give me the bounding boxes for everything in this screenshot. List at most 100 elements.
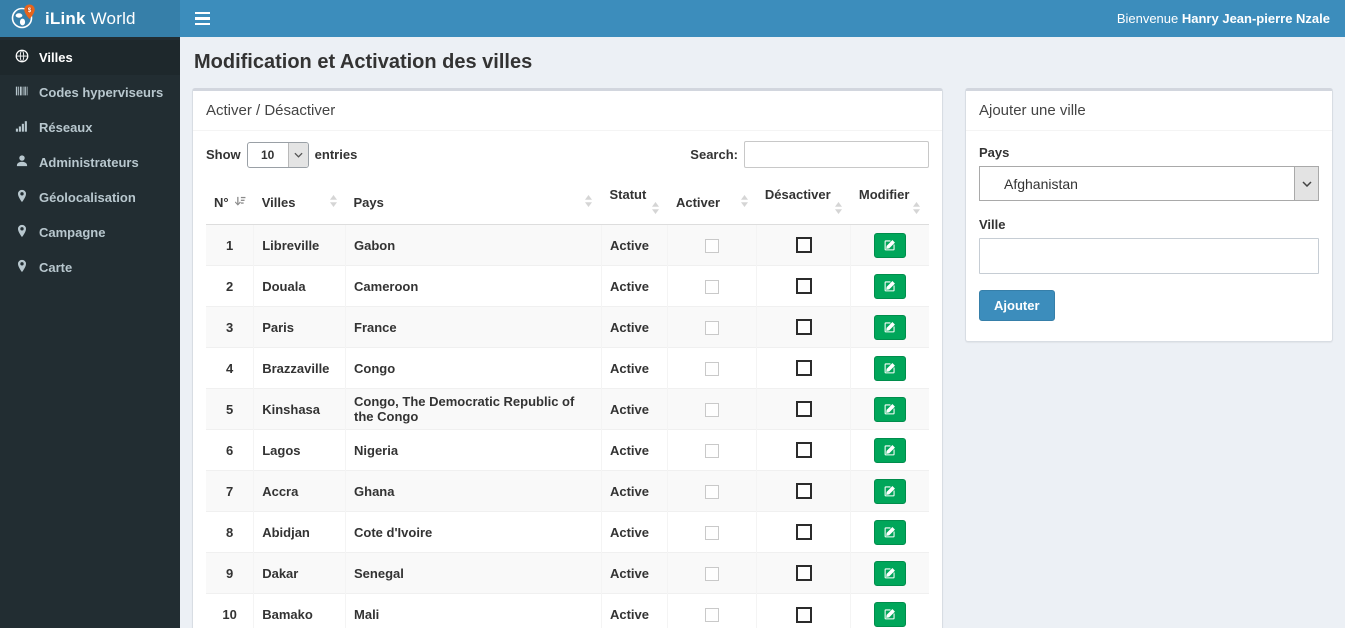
cell-pays: Nigeria [345, 429, 602, 471]
cell-pays: Ghana [345, 470, 602, 512]
panel-title: Ajouter une ville [966, 91, 1332, 131]
edit-button[interactable] [874, 478, 907, 504]
ville-label: Ville [979, 217, 1006, 232]
cell-ville: Bamako [253, 593, 347, 628]
cell-pays: Gabon [345, 224, 602, 266]
sidebar-item-codes-hyperviseurs[interactable]: Codes hyperviseurs [0, 75, 180, 110]
cell-num: 2 [206, 265, 255, 307]
table-row: 8 Abidjan Cote d'Ivoire Active [206, 511, 929, 553]
desactiver-checkbox[interactable] [795, 442, 812, 459]
cell-pays: France [345, 306, 602, 348]
sidebar-item-villes[interactable]: Villes [0, 40, 180, 75]
sidebar-item-campagne[interactable]: Campagne [0, 215, 180, 250]
column-header-villes[interactable]: Villes [253, 180, 346, 225]
search-input[interactable] [744, 141, 929, 168]
cell-statut: Active [601, 593, 669, 628]
map-marker-icon [15, 189, 29, 206]
cell-ville: Paris [253, 306, 347, 348]
cell-statut: Active [601, 306, 669, 348]
sidebar-item-carte[interactable]: Carte [0, 250, 180, 285]
desactiver-checkbox[interactable] [795, 565, 812, 582]
welcome-user[interactable]: Bienvenue Hanry Jean-pierre Nzale [1117, 11, 1330, 26]
desactiver-checkbox[interactable] [795, 524, 812, 541]
edit-button[interactable] [874, 437, 907, 463]
column-header-pays[interactable]: Pays [345, 180, 602, 225]
edit-button[interactable] [874, 560, 907, 586]
sort-icon [584, 194, 593, 210]
desactiver-checkbox[interactable] [795, 360, 812, 377]
map-marker-icon [15, 224, 29, 241]
map-marker-icon [15, 259, 29, 276]
cell-statut: Active [601, 552, 669, 594]
column-header-modifier[interactable]: Modifier [850, 180, 929, 225]
cell-statut: Active [601, 470, 669, 512]
column-header-statut[interactable]: Statut [601, 180, 668, 225]
sort-icon [740, 194, 749, 210]
sidebar-item-label: Géolocalisation [39, 190, 136, 205]
activate-deactivate-panel: Activer / Désactiver Show 10 entries Sea… [192, 88, 943, 628]
desactiver-checkbox[interactable] [795, 319, 812, 336]
table-row: 3 Paris France Active [206, 306, 929, 348]
edit-button[interactable] [874, 601, 907, 627]
page-length-select[interactable]: 10 [246, 141, 309, 168]
page-title: Modification et Activation des villes [194, 51, 533, 73]
sidebar-item-administrateurs[interactable]: Administrateurs [0, 145, 180, 180]
cell-ville: Accra [253, 470, 347, 512]
brand-logo[interactable]: $ iLink World [0, 0, 180, 37]
table-row: 4 Brazzaville Congo Active [206, 347, 929, 389]
edit-button[interactable] [874, 519, 907, 545]
sidebar-item-reseaux[interactable]: Réseaux [0, 110, 180, 145]
cell-statut: Active [601, 511, 669, 553]
villes-table: N° Villes Pays Statut Activer Désactiver… [206, 180, 929, 628]
add-city-panel: Ajouter une ville Pays Afghanistan Ville… [965, 88, 1333, 342]
cell-ville: Kinshasa [253, 388, 347, 430]
top-header: $ iLink World Bienvenue Hanry Jean-pierr… [0, 0, 1345, 37]
column-header-activer[interactable]: Activer [667, 180, 757, 225]
cell-num: 8 [206, 511, 255, 553]
activer-checkbox [705, 238, 720, 253]
sort-icon [912, 202, 921, 217]
desactiver-checkbox[interactable] [795, 606, 812, 623]
cell-statut: Active [601, 429, 669, 471]
show-label: Show [206, 147, 241, 162]
chevron-down-icon [1294, 167, 1318, 200]
edit-button[interactable] [874, 396, 907, 422]
activer-checkbox [705, 443, 720, 458]
activer-checkbox [705, 484, 720, 499]
sidebar-item-label: Codes hyperviseurs [39, 85, 164, 100]
edit-button[interactable] [874, 273, 907, 299]
desactiver-checkbox[interactable] [795, 278, 812, 295]
activer-checkbox [705, 566, 720, 581]
desactiver-checkbox[interactable] [795, 237, 812, 254]
edit-icon [884, 403, 896, 418]
cell-pays: Cote d'Ivoire [345, 511, 602, 553]
activer-checkbox [705, 279, 720, 294]
cell-pays: Senegal [345, 552, 602, 594]
pays-label: Pays [979, 145, 1010, 160]
edit-button[interactable] [874, 355, 907, 381]
edit-icon [884, 280, 896, 295]
desactiver-checkbox[interactable] [795, 401, 812, 418]
cell-pays: Congo [345, 347, 602, 389]
pays-selected-value: Afghanistan [1004, 175, 1078, 192]
edit-button[interactable] [874, 314, 907, 340]
navbar: Bienvenue Hanry Jean-pierre Nzale [180, 0, 1345, 37]
ajouter-button[interactable]: Ajouter [979, 290, 1055, 321]
sidebar-item-geolocalisation[interactable]: Géolocalisation [0, 180, 180, 215]
table-row: 5 Kinshasa Congo, The Democratic Republic … [206, 388, 929, 430]
column-header-desactiver[interactable]: Désactiver [756, 180, 851, 225]
desactiver-checkbox[interactable] [795, 483, 812, 500]
cell-num: 10 [206, 593, 255, 628]
cell-ville: Lagos [253, 429, 347, 471]
sidebar-toggle-icon[interactable] [195, 11, 215, 26]
edit-icon [884, 239, 896, 254]
pays-select[interactable]: Afghanistan [979, 166, 1319, 201]
table-row: 6 Lagos Nigeria Active [206, 429, 929, 471]
application-window: $ iLink World Bienvenue Hanry Jean-pierr… [0, 0, 1345, 628]
column-header-num[interactable]: N° [206, 180, 254, 225]
chevron-down-icon [287, 142, 308, 167]
ville-input[interactable] [979, 238, 1319, 274]
cell-statut: Active [601, 347, 669, 389]
edit-button[interactable] [874, 232, 907, 258]
user-icon [15, 154, 29, 171]
